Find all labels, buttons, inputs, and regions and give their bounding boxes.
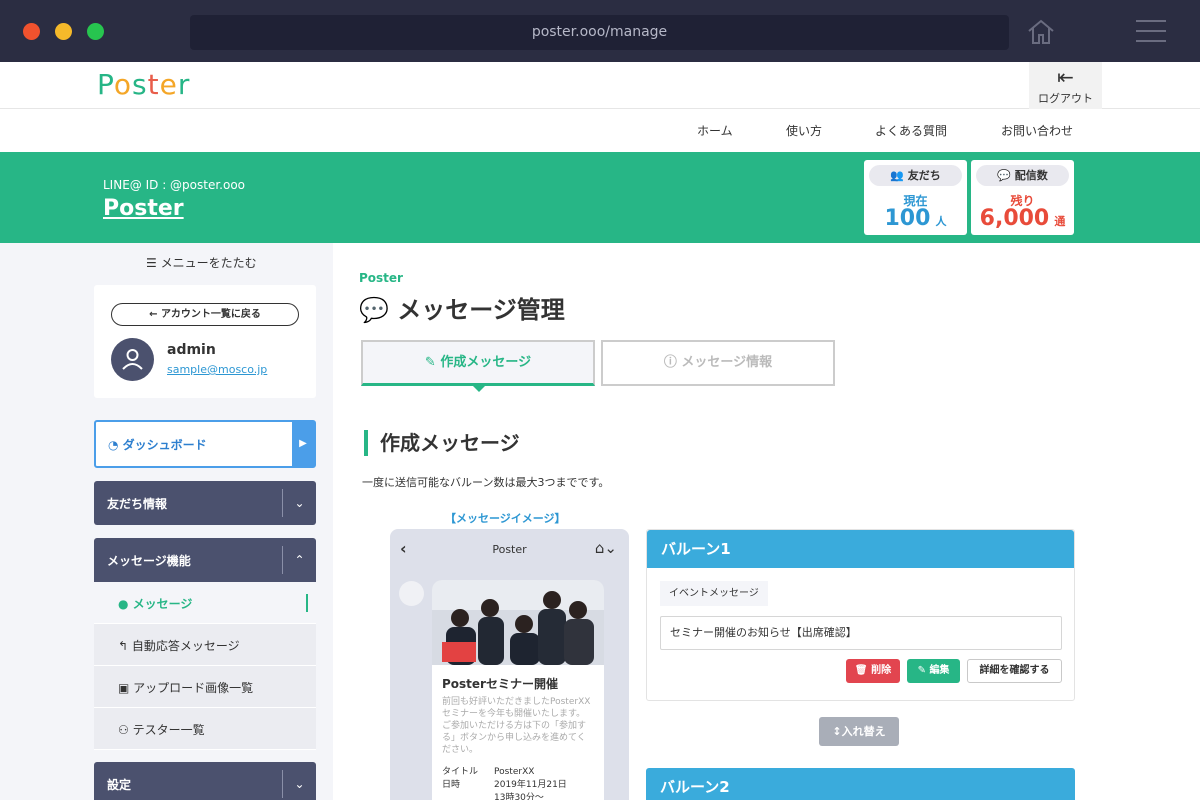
address-bar[interactable]: poster.ooo/manage xyxy=(190,15,1009,50)
page-title: 💬 メッセージ管理 xyxy=(359,296,565,324)
active-tab-notch xyxy=(473,386,485,392)
profile-card: ← アカウント一覧に戻る admin sample@mosco.jp xyxy=(94,285,316,398)
user-icon xyxy=(122,349,143,370)
info-icon: ⓘ xyxy=(663,355,677,370)
breadcrumb[interactable]: Poster xyxy=(359,271,403,285)
sidebar-item-uploaded-images[interactable]: ▣ アップロード画像一覧 xyxy=(94,666,316,708)
chevron-right-icon: ▶ xyxy=(292,422,314,466)
message-preview: ‹ Poster ⌂⌄ Posterセミナー開催 前回も好評いただきましたPos… xyxy=(390,529,629,800)
hamburger-menu-icon[interactable] xyxy=(1136,20,1166,44)
line-id: LINE@ ID : @poster.ooo xyxy=(103,178,246,192)
chevron-down-icon[interactable]: ⌄ xyxy=(282,489,316,517)
user-email[interactable]: sample@mosco.jp xyxy=(167,363,267,376)
swap-button[interactable]: ↕入れ替え xyxy=(819,717,899,746)
main-nav: ホーム 使い方 よくある質問 お問い合わせ xyxy=(0,110,1200,152)
seminar-photo xyxy=(432,580,604,665)
preview-row: タイトル PosterXX xyxy=(442,767,535,777)
users-cog-icon: ⚇ xyxy=(118,723,129,737)
chevron-up-icon[interactable]: ⌃ xyxy=(282,546,316,574)
delete-button[interactable]: 🗑 削除 xyxy=(846,659,900,683)
active-indicator xyxy=(306,594,308,612)
edit-button[interactable]: ✎ 編集 xyxy=(907,659,960,683)
tab-message-info[interactable]: ⓘ メッセージ情報 xyxy=(601,340,835,386)
nav-how-to[interactable]: 使い方 xyxy=(786,122,822,139)
pencil-icon: ✎ xyxy=(424,355,436,370)
account-name[interactable]: Poster xyxy=(103,196,184,221)
back-to-accounts-button[interactable]: ← アカウント一覧に戻る xyxy=(111,303,299,326)
message-text-field[interactable]: セミナー開催のお知らせ【出席確認】 xyxy=(660,616,1062,650)
minimize-window-button[interactable] xyxy=(55,23,72,40)
delivery-stat-card: 💬 配信数 残り 6,000 通 xyxy=(971,160,1074,235)
preview-card-description: 前回も好評いただきましたPosterXXセミナーを今年も開催いたします。ご参加い… xyxy=(442,697,591,755)
sidebar-item-dashboard[interactable]: ◔ ダッシュボード ▶ xyxy=(94,420,316,468)
seminar-people-image xyxy=(432,580,604,665)
sidebar-item-auto-reply[interactable]: ↰ 自動応答メッセージ xyxy=(94,624,316,666)
avatar xyxy=(111,338,154,381)
maximize-window-button[interactable] xyxy=(87,23,104,40)
account-banner: LINE@ ID : @poster.ooo Poster 👥 友だち 現在 1… xyxy=(0,152,1200,243)
message-type-chip: イベントメッセージ xyxy=(660,581,768,606)
home-chevron-icon: ⌂⌄ xyxy=(594,539,617,557)
friends-stat-card: 👥 友だち 現在 100 人 xyxy=(864,160,967,235)
view-details-button[interactable]: 詳細を確認する xyxy=(967,659,1062,683)
nav-home[interactable]: ホーム xyxy=(697,122,733,139)
preview-row: 13時30分〜 xyxy=(494,793,544,800)
sidebar-section-friends[interactable]: 友だち情報 ⌄ xyxy=(94,481,316,525)
speech-bubble-icon: ● xyxy=(118,597,129,611)
home-icon[interactable] xyxy=(1026,17,1056,47)
friends-pill: 👥 友だち xyxy=(869,165,962,186)
preview-row: 日時 2019年11月21日 xyxy=(442,780,567,790)
logout-label: ログアウト xyxy=(1038,92,1093,105)
arrows-vertical-icon: ↕ xyxy=(832,725,842,738)
site-header: Poster ⇤ ログアウト xyxy=(0,62,1200,109)
balloon-title: バルーン1 xyxy=(647,530,1074,568)
tab-created-messages[interactable]: ✎ 作成メッセージ xyxy=(361,340,595,392)
sidebar-item-message[interactable]: ● メッセージ xyxy=(94,582,316,624)
preview-title: Poster xyxy=(492,543,527,556)
balloon-2-title: バルーン2 xyxy=(646,768,1075,800)
preview-card-title: Posterセミナー開催 xyxy=(442,677,558,691)
preview-avatar xyxy=(399,581,424,606)
list-icon: ☰ xyxy=(146,256,157,270)
balloon-limit-note: 一度に送信可能なバルーン数は最大3つまでです。 xyxy=(362,476,610,489)
user-name: admin xyxy=(167,342,216,358)
close-window-button[interactable] xyxy=(23,23,40,40)
delivery-count: 6,000 通 xyxy=(979,206,1066,231)
users-icon: 👥 xyxy=(890,169,904,182)
delivery-pill: 💬 配信数 xyxy=(976,165,1069,186)
sidebar-item-testers[interactable]: ⚇ テスター一覧 xyxy=(94,708,316,750)
preview-header: ‹ Poster ⌂⌄ xyxy=(390,529,629,571)
collapse-menu-button[interactable]: ☰ メニューをたたむ xyxy=(146,254,257,271)
nav-contact[interactable]: お問い合わせ xyxy=(1001,122,1073,139)
images-icon: ▣ xyxy=(118,681,130,695)
friends-count: 100 人 xyxy=(884,206,947,231)
sidebar-section-settings[interactable]: 設定 ⌄ xyxy=(94,762,316,800)
preview-label: 【メッセージイメージ】 xyxy=(445,512,566,525)
balloon-panel: バルーン1 イベントメッセージ セミナー開催のお知らせ【出席確認】 🗑 削除 ✎… xyxy=(646,529,1075,701)
chevron-down-icon[interactable]: ⌄ xyxy=(282,770,316,798)
sidebar-section-messages[interactable]: メッセージ機能 ⌃ xyxy=(94,538,316,582)
comment-icon: 💬 xyxy=(359,296,389,324)
trash-icon: 🗑 xyxy=(854,665,868,676)
logout-button[interactable]: ⇤ ログアウト xyxy=(1029,62,1102,109)
reply-icon: ↰ xyxy=(118,639,129,653)
dashboard-icon: ◔ xyxy=(108,438,119,452)
nav-faq[interactable]: よくある質問 xyxy=(875,122,947,139)
logout-icon: ⇤ xyxy=(1057,65,1074,89)
arrow-left-icon: ← xyxy=(149,309,158,320)
pencil-icon: ✎ xyxy=(917,665,926,676)
section-title: 作成メッセージ xyxy=(364,430,520,456)
preview-card: Posterセミナー開催 前回も好評いただきましたPosterXXセミナーを今年… xyxy=(432,580,604,800)
speech-bubble-icon: 💬 xyxy=(997,169,1011,182)
browser-chrome: poster.ooo/manage xyxy=(0,0,1200,62)
poster-logo[interactable]: Poster xyxy=(97,68,190,101)
